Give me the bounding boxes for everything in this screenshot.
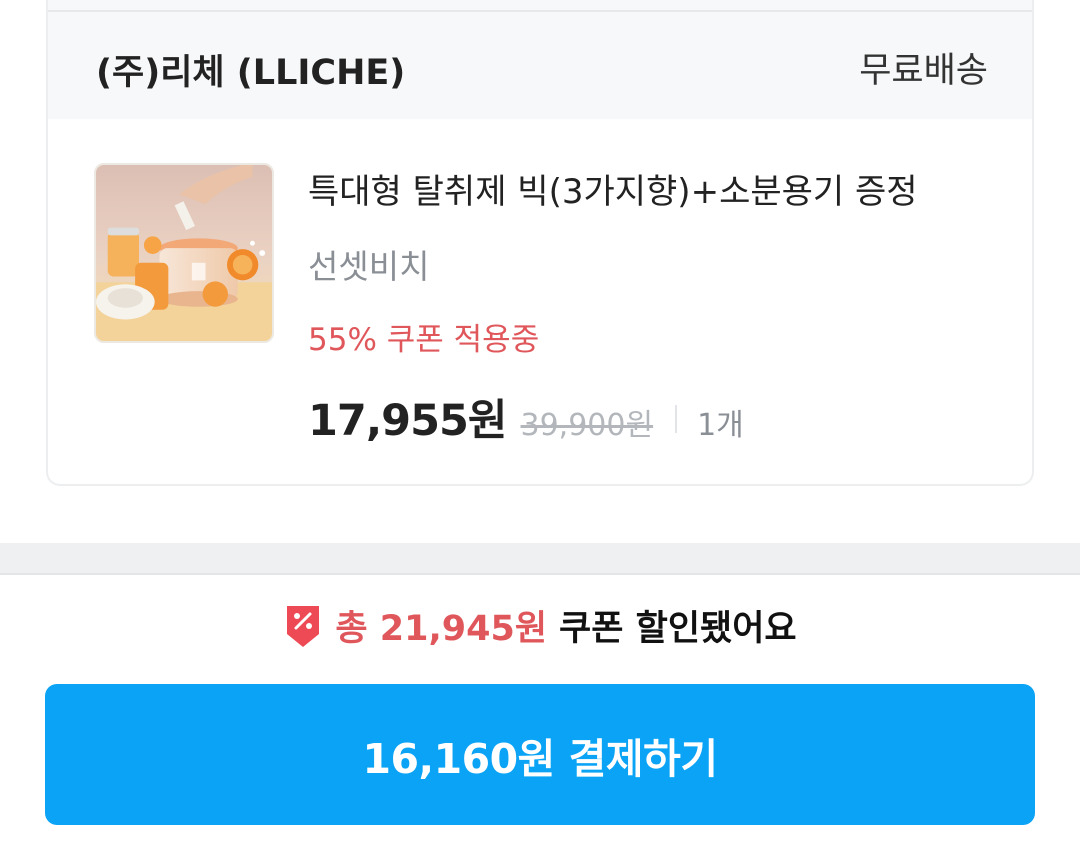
seller-order-card: (주)리체 (LLICHE) 무료배송 특대형 탈취제 빅(3가지향)+소분용기… xyxy=(46,0,1034,486)
price-row: 17,955원 39,900원 1개 xyxy=(308,386,744,448)
product-option: 선셋비치 xyxy=(308,247,430,286)
divider xyxy=(0,573,1080,575)
section-divider xyxy=(0,543,1080,573)
discount-message: 쿠폰 할인됐어요 xyxy=(559,609,797,649)
product-title[interactable]: 특대형 탈취제 빅(3가지향)+소분용기 증정 xyxy=(308,164,918,213)
product-image xyxy=(96,165,272,341)
checkout-page: (주)리체 (LLICHE) 무료배송 특대형 탈취제 빅(3가지향)+소분용기… xyxy=(0,0,1080,846)
seller-name: (주)리체 (LLICHE) xyxy=(96,53,406,93)
discount-tag-icon xyxy=(287,605,320,647)
divider xyxy=(675,405,678,433)
discount-amount: 총 21,945원 xyxy=(335,609,548,649)
pay-button[interactable]: 16,160원 결제하기 xyxy=(45,684,1035,825)
original-price: 39,900원 xyxy=(520,408,654,443)
quantity: 1개 xyxy=(697,408,744,443)
coupon-status: 55% 쿠폰 적용중 xyxy=(308,322,540,358)
shipping-badge: 무료배송 xyxy=(859,51,988,91)
sale-price: 17,955원 xyxy=(308,396,507,446)
product-thumbnail[interactable] xyxy=(94,163,274,343)
discount-summary: 총 21,945원 쿠폰 할인됐어요 xyxy=(0,600,1080,651)
divider xyxy=(48,10,1032,12)
seller-header: (주)리체 (LLICHE) 무료배송 xyxy=(48,0,1032,119)
